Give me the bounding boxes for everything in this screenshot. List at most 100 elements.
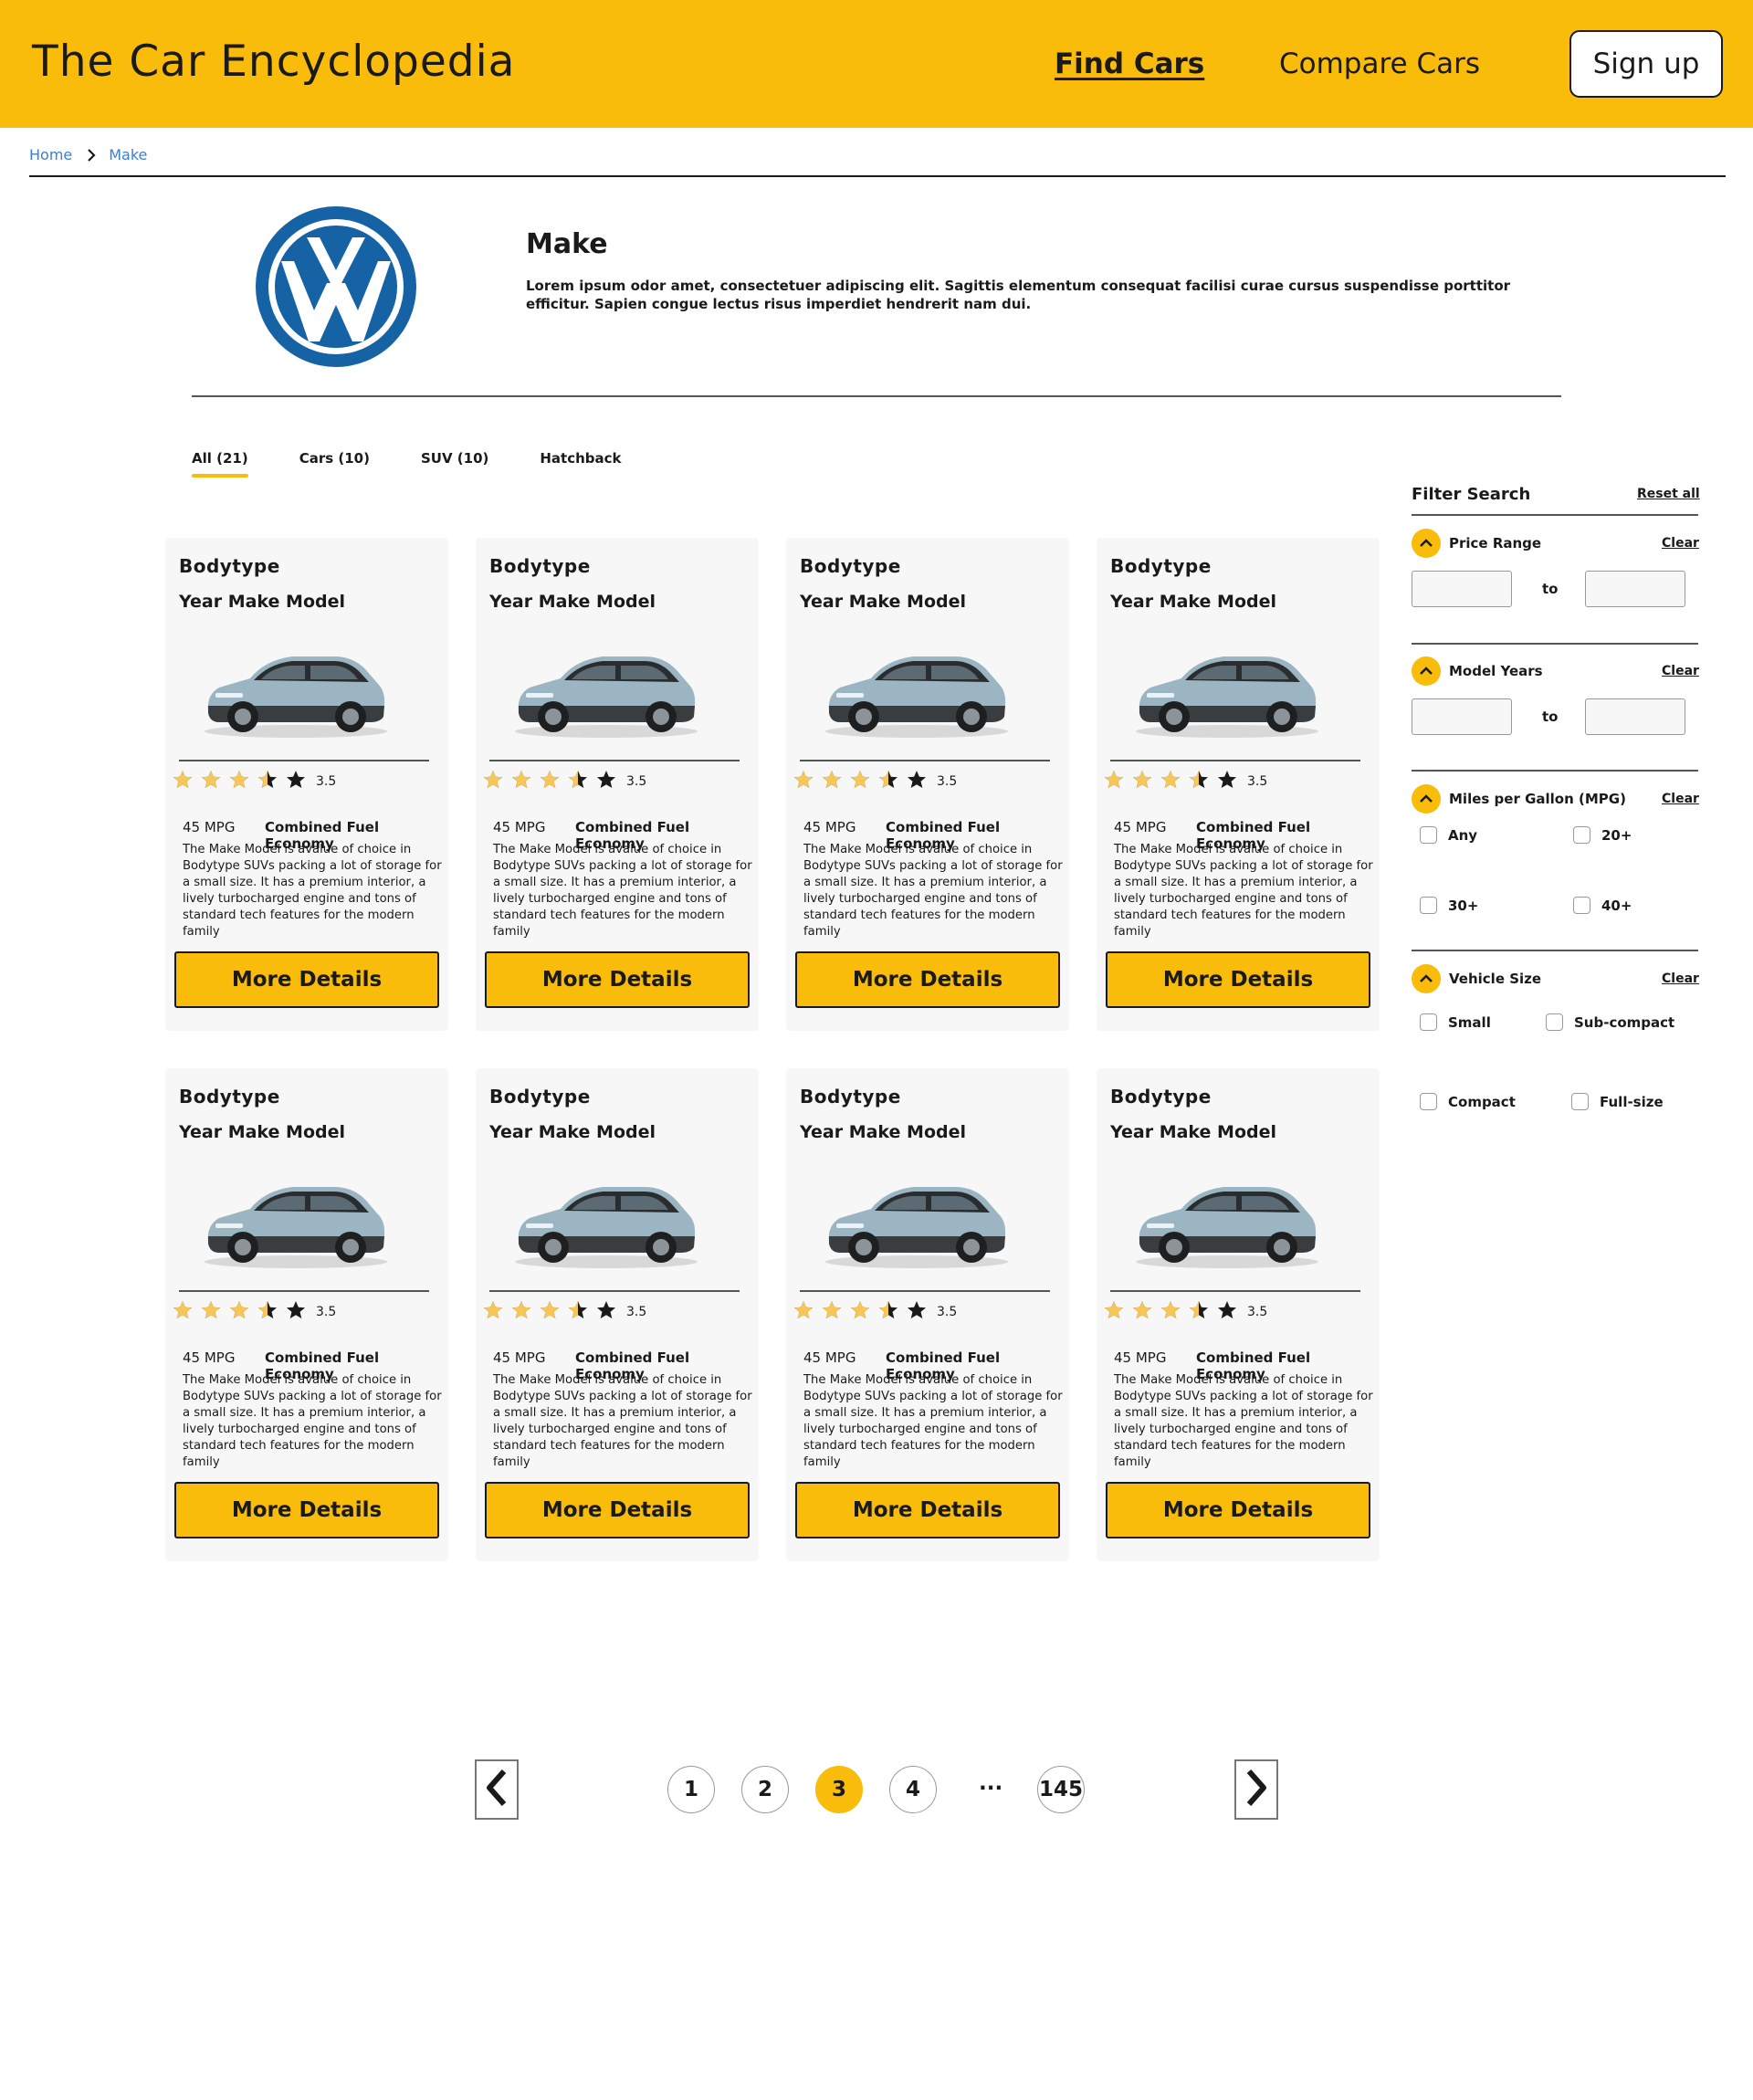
filter-mpg-header[interactable]: Miles per Gallon (MPG) bbox=[1412, 784, 1626, 814]
star-icon bbox=[173, 770, 193, 793]
card-title[interactable]: Year Make Model bbox=[1110, 592, 1276, 612]
card-title[interactable]: Year Make Model bbox=[179, 1122, 345, 1142]
card-title[interactable]: Year Make Model bbox=[179, 592, 345, 612]
breadcrumb-current[interactable]: Make bbox=[109, 146, 147, 163]
star-icon bbox=[511, 770, 531, 793]
tab-suv[interactable]: SUV (10) bbox=[421, 450, 488, 467]
mpg-option-30[interactable]: 30+ bbox=[1420, 897, 1478, 914]
page-4-button[interactable]: 4 bbox=[889, 1766, 937, 1813]
breadcrumb-home[interactable]: Home bbox=[29, 146, 72, 163]
card-title[interactable]: Year Make Model bbox=[1110, 1122, 1276, 1142]
checkbox[interactable] bbox=[1573, 826, 1590, 844]
chevron-up-icon[interactable] bbox=[1412, 529, 1441, 558]
tab-cars[interactable]: Cars (10) bbox=[299, 450, 370, 467]
filter-label: Price Range bbox=[1449, 535, 1542, 551]
checkbox[interactable] bbox=[1420, 897, 1437, 914]
star-icon bbox=[483, 770, 503, 793]
tab-hatchback[interactable]: Hatchback bbox=[540, 450, 621, 467]
price-min-input[interactable] bbox=[1412, 571, 1512, 607]
clear-model-years-link[interactable]: Clear bbox=[1662, 664, 1699, 678]
signup-button[interactable]: Sign up bbox=[1569, 30, 1723, 98]
card-bodytype: Bodytype bbox=[179, 1086, 280, 1108]
checkbox[interactable] bbox=[1546, 1013, 1563, 1031]
star-icon bbox=[173, 1300, 193, 1324]
filter-price-range-header[interactable]: Price Range bbox=[1412, 529, 1541, 558]
checkbox[interactable] bbox=[1573, 897, 1590, 914]
mpg-option-20[interactable]: 20+ bbox=[1573, 826, 1632, 844]
filter-vehicle-size-header[interactable]: Vehicle Size bbox=[1412, 964, 1541, 993]
size-option-full-size[interactable]: Full-size bbox=[1571, 1093, 1664, 1110]
divider bbox=[1110, 760, 1360, 761]
page-2-button[interactable]: 2 bbox=[741, 1766, 789, 1813]
more-details-button[interactable]: More Details bbox=[1106, 951, 1370, 1008]
page-last-button[interactable]: 145 bbox=[1037, 1766, 1085, 1813]
card-description: The Make Model is avalue of choice in Bo… bbox=[1114, 843, 1373, 939]
more-details-button[interactable]: More Details bbox=[795, 951, 1060, 1008]
page-1-button[interactable]: 1 bbox=[667, 1766, 715, 1813]
more-details-button[interactable]: More Details bbox=[1106, 1482, 1370, 1538]
more-details-button[interactable]: More Details bbox=[795, 1482, 1060, 1538]
card-title[interactable]: Year Make Model bbox=[489, 1122, 656, 1142]
chevron-up-icon[interactable] bbox=[1412, 964, 1441, 993]
clear-price-range-link[interactable]: Clear bbox=[1662, 536, 1699, 551]
more-details-button[interactable]: More Details bbox=[485, 951, 750, 1008]
car-image[interactable] bbox=[818, 640, 1014, 740]
car-image[interactable] bbox=[197, 640, 394, 740]
car-image[interactable] bbox=[508, 1171, 704, 1271]
car-image[interactable] bbox=[508, 640, 704, 740]
year-min-input[interactable] bbox=[1412, 698, 1512, 735]
more-details-button[interactable]: More Details bbox=[174, 951, 439, 1008]
nav-compare-cars[interactable]: Compare Cars bbox=[1279, 47, 1480, 80]
chevron-up-icon[interactable] bbox=[1412, 784, 1441, 814]
reset-all-link[interactable]: Reset all bbox=[1637, 487, 1700, 501]
checkbox[interactable] bbox=[1420, 1093, 1437, 1110]
star-icon bbox=[201, 1300, 221, 1324]
rating-value: 3.5 bbox=[626, 774, 647, 789]
chevron-up-icon[interactable] bbox=[1412, 656, 1441, 686]
card-description: The Make Model is avalue of choice in Bo… bbox=[803, 1373, 1063, 1469]
page-3-button[interactable]: 3 bbox=[815, 1766, 863, 1813]
car-image[interactable] bbox=[818, 1171, 1014, 1271]
car-image[interactable] bbox=[197, 1171, 394, 1271]
site-brand[interactable]: The Car Encyclopedia bbox=[32, 37, 515, 87]
chevron-right-icon bbox=[1244, 1768, 1268, 1811]
card-description: The Make Model is avalue of choice in Bo… bbox=[803, 843, 1063, 939]
checkbox-label: Small bbox=[1448, 1013, 1491, 1031]
star-icon bbox=[229, 770, 249, 793]
checkbox[interactable] bbox=[1420, 826, 1437, 844]
year-max-input[interactable] bbox=[1585, 698, 1685, 735]
chevron-right-icon bbox=[87, 148, 96, 162]
card-bodytype: Bodytype bbox=[1110, 1086, 1212, 1108]
star-icon bbox=[907, 1300, 927, 1324]
star-icon bbox=[511, 1300, 531, 1324]
star-icon bbox=[286, 770, 306, 793]
card-title[interactable]: Year Make Model bbox=[489, 592, 656, 612]
size-option-small[interactable]: Small bbox=[1420, 1013, 1491, 1031]
prev-page-button[interactable] bbox=[475, 1759, 519, 1820]
size-option-sub-compact[interactable]: Sub-compact bbox=[1546, 1013, 1674, 1031]
more-details-button[interactable]: More Details bbox=[174, 1482, 439, 1538]
checkbox[interactable] bbox=[1420, 1013, 1437, 1031]
nav-find-cars[interactable]: Find Cars bbox=[1055, 47, 1204, 80]
card-bodytype: Bodytype bbox=[179, 555, 280, 577]
star-icon bbox=[540, 1300, 560, 1324]
car-image[interactable] bbox=[1128, 640, 1325, 740]
next-page-button[interactable] bbox=[1234, 1759, 1278, 1820]
tab-all[interactable]: All (21) bbox=[192, 450, 248, 478]
price-max-input[interactable] bbox=[1585, 571, 1685, 607]
checkbox-label: Sub-compact bbox=[1574, 1013, 1675, 1031]
size-option-compact[interactable]: Compact bbox=[1420, 1093, 1516, 1110]
card-mpg: 45 MPG bbox=[183, 819, 236, 835]
mpg-option-40[interactable]: 40+ bbox=[1573, 897, 1632, 914]
clear-mpg-link[interactable]: Clear bbox=[1662, 792, 1699, 806]
car-image[interactable] bbox=[1128, 1171, 1325, 1271]
mpg-option-any[interactable]: Any bbox=[1420, 826, 1477, 844]
filter-model-years-header[interactable]: Model Years bbox=[1412, 656, 1543, 686]
card-title[interactable]: Year Make Model bbox=[800, 1122, 966, 1142]
star-icon bbox=[286, 1300, 306, 1324]
more-details-button[interactable]: More Details bbox=[485, 1482, 750, 1538]
star-icon bbox=[1189, 770, 1209, 793]
checkbox[interactable] bbox=[1571, 1093, 1589, 1110]
clear-vehicle-size-link[interactable]: Clear bbox=[1662, 971, 1699, 986]
card-title[interactable]: Year Make Model bbox=[800, 592, 966, 612]
